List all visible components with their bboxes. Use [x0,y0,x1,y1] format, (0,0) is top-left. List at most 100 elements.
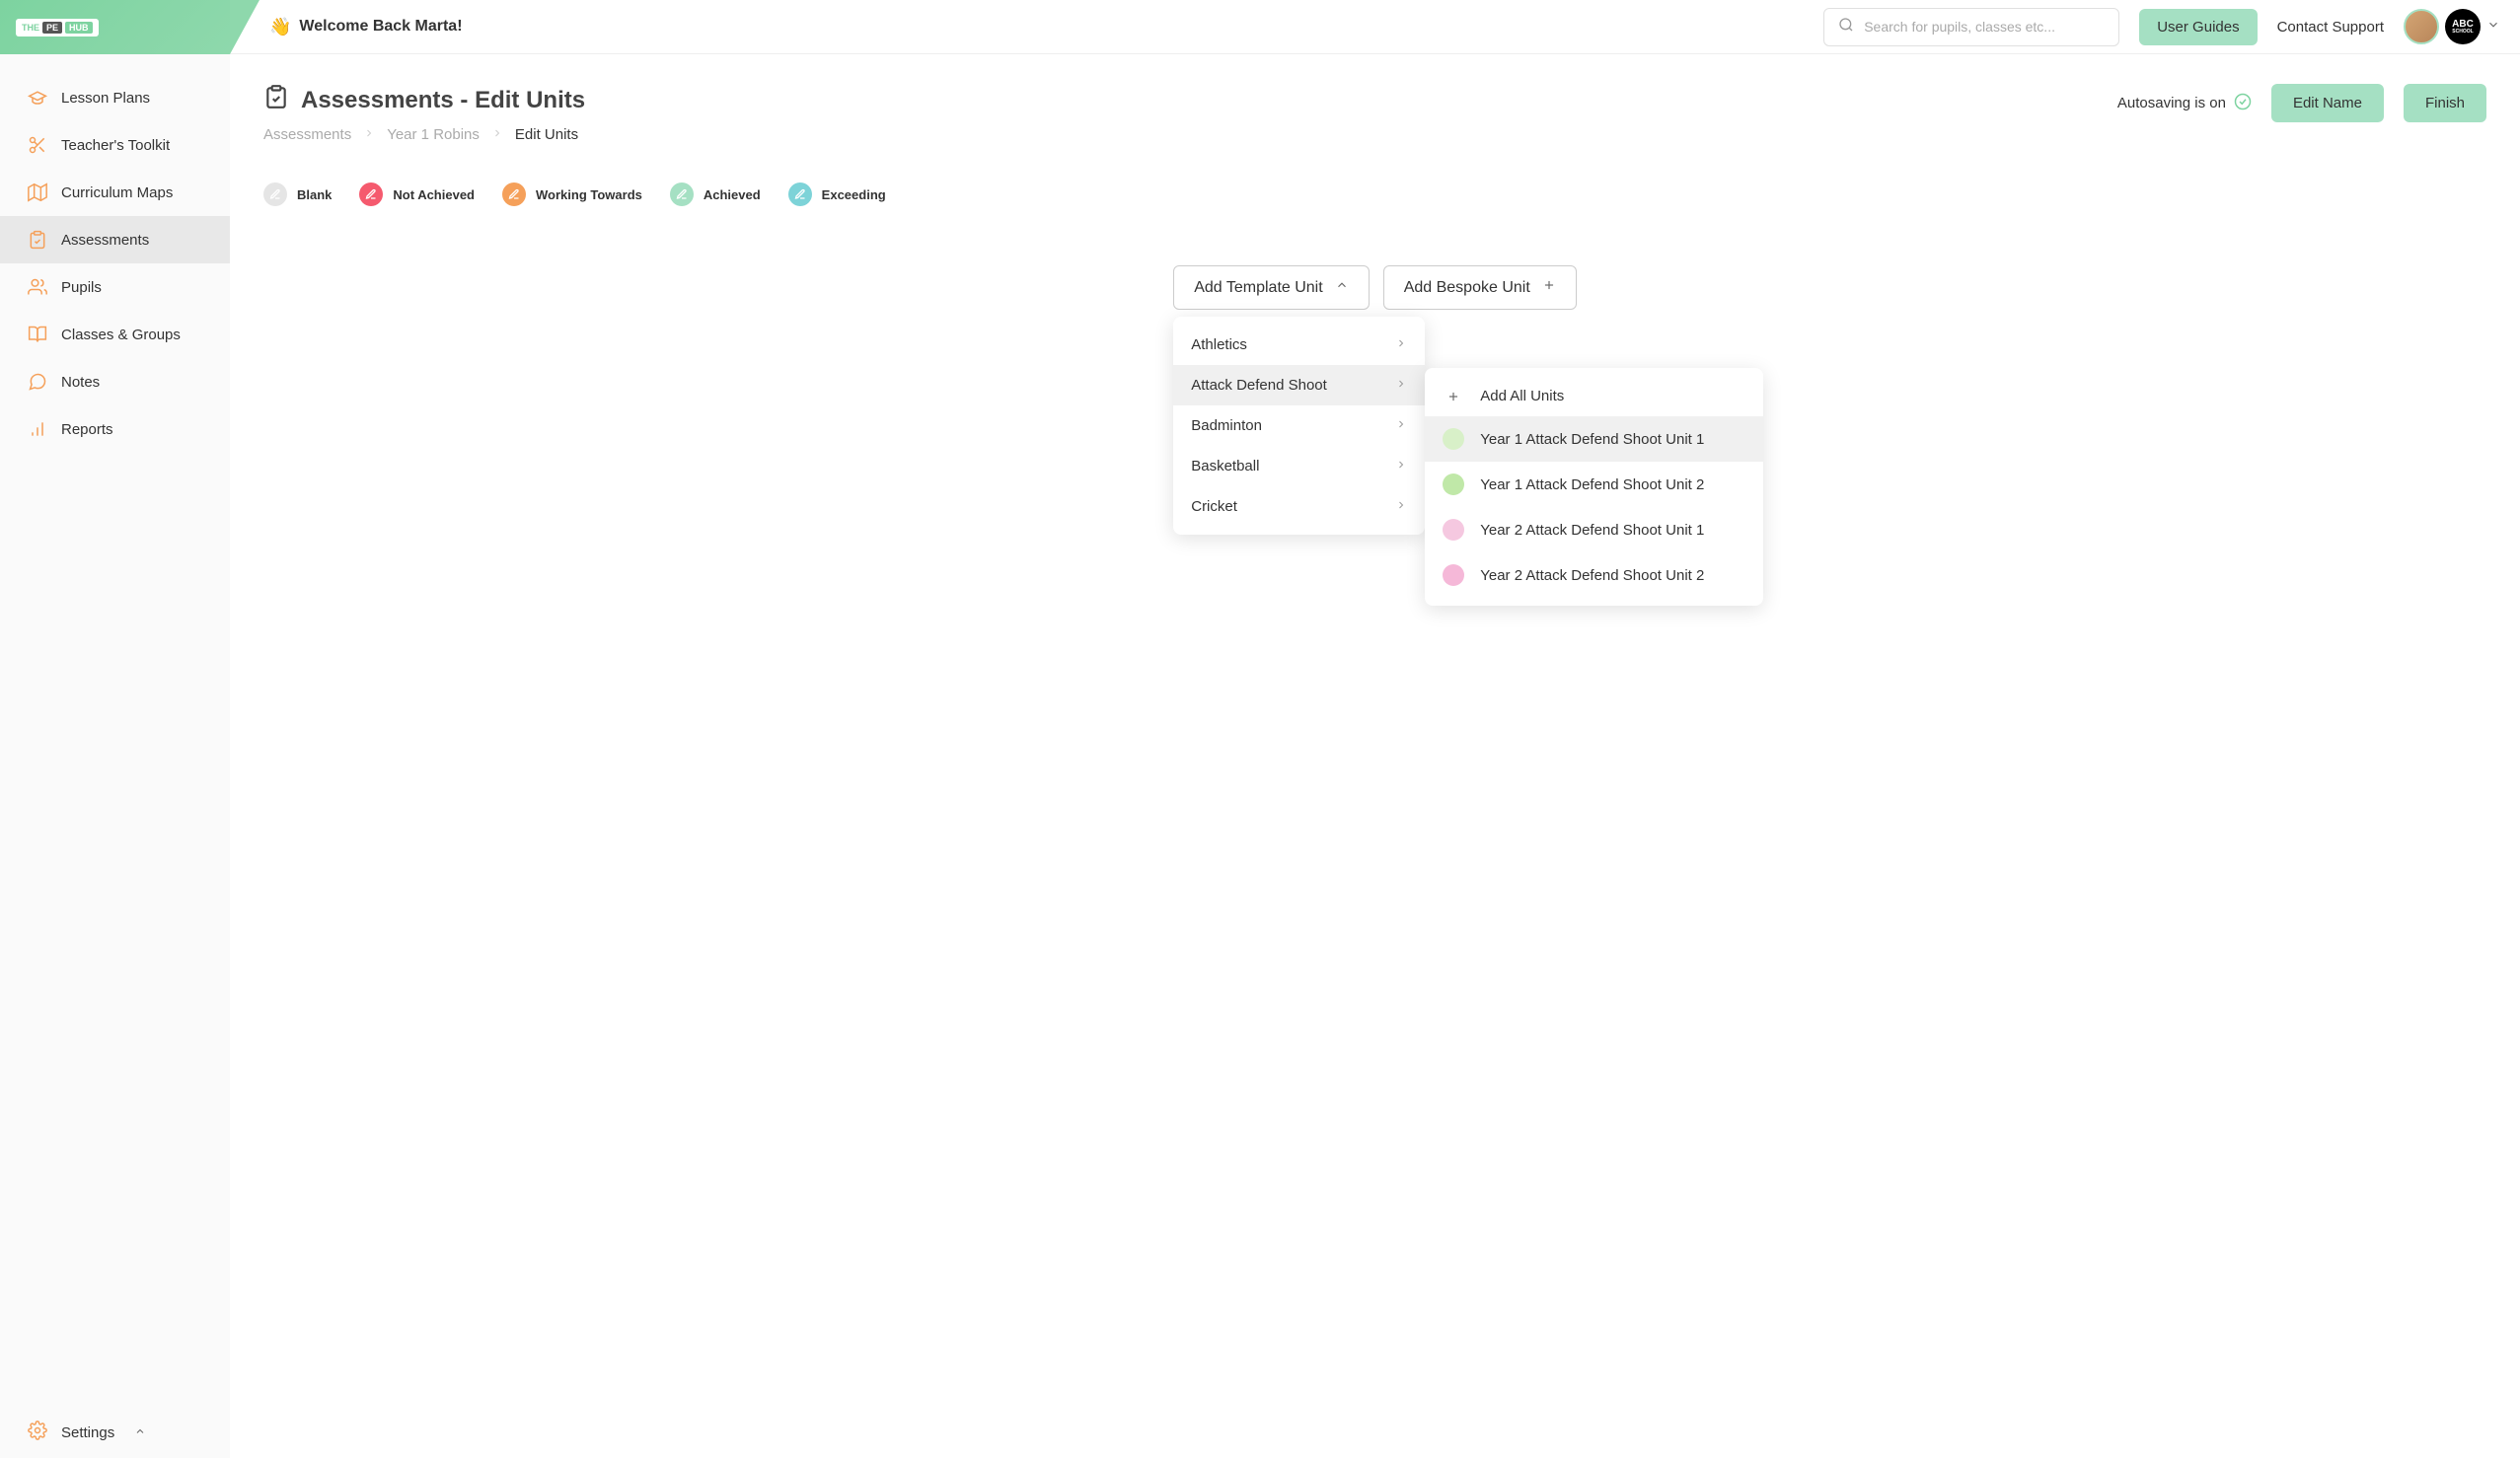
submenu-add-all-units[interactable]: Add All Units [1425,376,1763,416]
color-dot-icon [1443,474,1464,495]
chevron-right-icon [1395,336,1407,353]
plus-icon [1542,278,1556,297]
sidebar-item-reports[interactable]: Reports [0,405,230,453]
legend-label: Not Achieved [393,187,475,202]
chevron-right-icon [1395,417,1407,434]
sidebar-item-assessments[interactable]: Assessments [0,216,230,263]
menu-item-label: Badminton [1191,417,1262,434]
scissors-icon [28,135,47,155]
autosave-status: Autosaving is on [2117,93,2252,114]
sidebar-settings[interactable]: Settings [0,1407,230,1458]
user-guides-button[interactable]: User Guides [2139,9,2257,45]
menu-item-label: Attack Defend Shoot [1191,377,1327,394]
breadcrumb-item[interactable]: Assessments [263,126,351,143]
sidebar-item-label: Notes [61,374,100,391]
submenu-label: Add All Units [1480,388,1564,404]
add-template-unit-button[interactable]: Add Template Unit [1173,265,1369,310]
menu-item-label: Athletics [1191,336,1247,353]
legend: Blank Not Achieved Working Towards Achie… [263,182,2486,206]
clipboard-check-icon [28,230,47,250]
menu-item-label: Cricket [1191,498,1237,515]
template-unit-submenu: Add All Units Year 1 Attack Defend Shoot… [1425,368,1763,606]
legend-dot-icon [359,182,383,206]
legend-dot-icon [263,182,287,206]
add-bespoke-unit-button[interactable]: Add Bespoke Unit [1383,265,1577,310]
users-icon [28,277,47,297]
button-label: Add Template Unit [1194,279,1322,297]
menu-item-attack-defend-shoot[interactable]: Attack Defend Shoot [1173,365,1425,405]
autosave-text: Autosaving is on [2117,95,2226,111]
sidebar-item-label: Curriculum Maps [61,184,173,201]
message-icon [28,372,47,392]
chevron-right-icon [1395,377,1407,394]
submenu-label: Year 2 Attack Defend Shoot Unit 2 [1480,567,1704,584]
chevron-right-icon [491,126,503,143]
legend-label: Achieved [704,187,761,202]
welcome-text: Welcome Back Marta! [299,18,462,36]
legend-dot-icon [788,182,812,206]
legend-item-blank: Blank [263,182,332,206]
page-title-text: Assessments - Edit Units [301,87,585,114]
sidebar-item-pupils[interactable]: Pupils [0,263,230,311]
submenu-item-year2-unit1[interactable]: Year 2 Attack Defend Shoot Unit 1 [1425,507,1763,552]
submenu-label: Year 1 Attack Defend Shoot Unit 2 [1480,476,1704,493]
submenu-item-year1-unit1[interactable]: Year 1 Attack Defend Shoot Unit 1 [1425,416,1763,462]
menu-item-basketball[interactable]: Basketball [1173,446,1425,486]
chevron-right-icon [363,126,375,143]
menu-item-badminton[interactable]: Badminton [1173,405,1425,446]
sidebar-item-curriculum-maps[interactable]: Curriculum Maps [0,169,230,216]
gear-icon [28,1421,47,1444]
menu-item-athletics[interactable]: Athletics [1173,325,1425,365]
legend-label: Working Towards [536,187,642,202]
plus-icon [1443,390,1464,403]
logo: THEPEHUB [16,19,99,36]
user-avatar [2404,9,2439,44]
logo-area: THEPEHUB [0,0,230,54]
sidebar-item-classes-groups[interactable]: Classes & Groups [0,311,230,358]
breadcrumb: Assessments Year 1 Robins Edit Units [263,126,585,143]
submenu-item-year1-unit2[interactable]: Year 1 Attack Defend Shoot Unit 2 [1425,462,1763,507]
legend-dot-icon [670,182,694,206]
chevron-right-icon [1395,458,1407,474]
template-unit-menu: Athletics Attack Defend Shoot Badminton [1173,317,1425,535]
legend-item-achieved: Achieved [670,182,761,206]
submenu-item-year2-unit2[interactable]: Year 2 Attack Defend Shoot Unit 2 [1425,552,1763,598]
menu-item-cricket[interactable]: Cricket [1173,486,1425,527]
legend-item-exceeding: Exceeding [788,182,886,206]
sidebar-nav: Lesson Plans Teacher's Toolkit Curriculu… [0,54,230,1407]
profile-menu[interactable]: ABC SCHOOL [2404,9,2500,44]
settings-label: Settings [61,1424,114,1441]
school-badge: ABC SCHOOL [2445,9,2481,44]
sidebar-item-label: Assessments [61,232,149,249]
edit-name-button[interactable]: Edit Name [2271,84,2384,122]
sidebar-item-notes[interactable]: Notes [0,358,230,405]
legend-label: Exceeding [822,187,886,202]
color-dot-icon [1443,428,1464,450]
color-dot-icon [1443,519,1464,541]
chevron-up-icon [134,1424,146,1441]
chevron-right-icon [1395,498,1407,515]
chevron-down-icon [2486,18,2500,36]
bar-chart-icon [28,419,47,439]
menu-item-label: Basketball [1191,458,1259,474]
sidebar-item-label: Pupils [61,279,102,296]
sidebar-item-label: Reports [61,421,113,438]
map-icon [28,182,47,202]
legend-dot-icon [502,182,526,206]
sidebar-item-label: Lesson Plans [61,90,150,107]
contact-support-link[interactable]: Contact Support [2277,19,2384,36]
search-input[interactable] [1864,19,2105,35]
check-circle-icon [2234,93,2252,114]
sidebar-item-lesson-plans[interactable]: Lesson Plans [0,74,230,121]
search-box[interactable] [1823,8,2119,46]
main-content: 👋 Welcome Back Marta! User Guides Contac… [230,0,2520,1458]
topbar: 👋 Welcome Back Marta! User Guides Contac… [230,0,2520,54]
breadcrumb-item[interactable]: Year 1 Robins [387,126,480,143]
chevron-up-icon [1335,278,1349,297]
page-title: Assessments - Edit Units [263,84,585,116]
sidebar-item-teachers-toolkit[interactable]: Teacher's Toolkit [0,121,230,169]
sidebar-item-label: Classes & Groups [61,327,181,343]
search-icon [1838,17,1854,37]
color-dot-icon [1443,564,1464,586]
finish-button[interactable]: Finish [2404,84,2486,122]
